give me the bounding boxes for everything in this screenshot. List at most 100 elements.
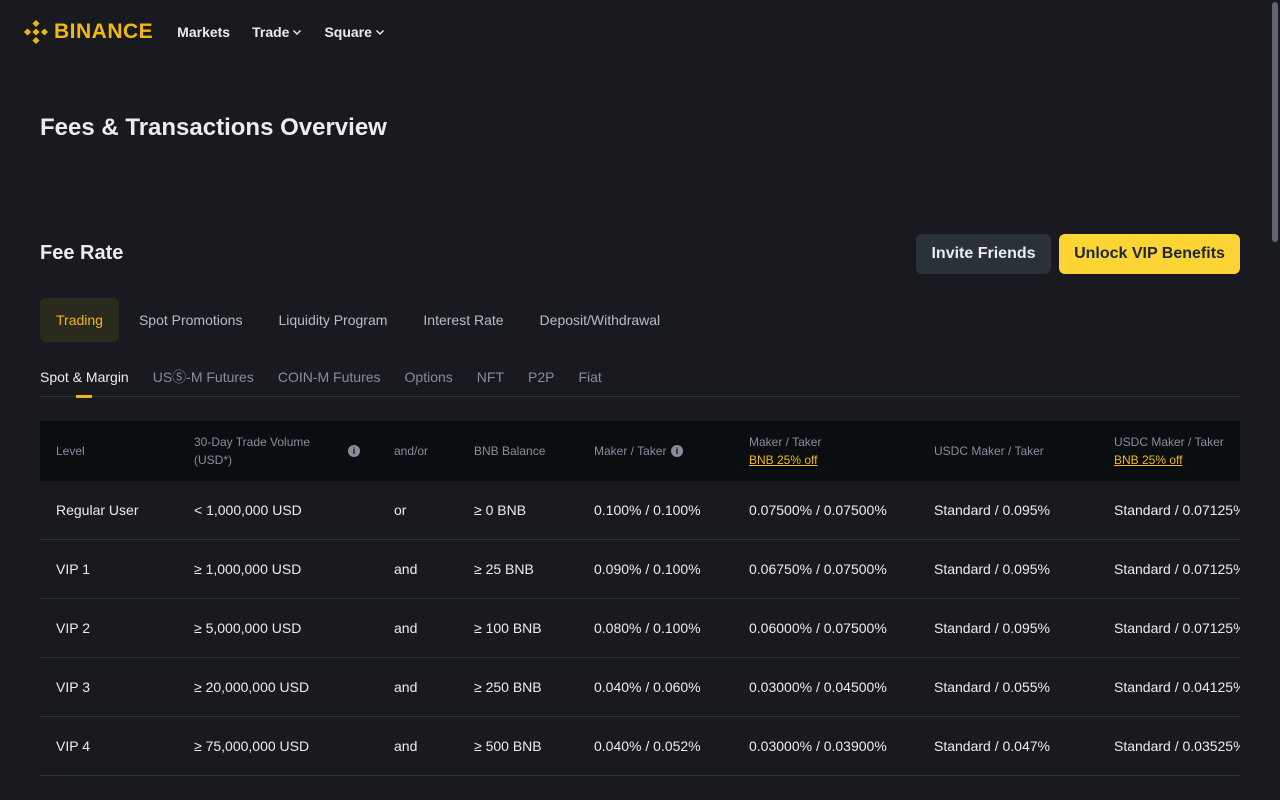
cell-andor: and — [394, 679, 418, 695]
header-level-label: Level — [56, 444, 85, 458]
cell-maker-taker-bnb: 0.03000% / 0.04500% — [749, 679, 887, 695]
nav-square[interactable]: Square — [324, 24, 384, 40]
secondary-tabs: Spot & Margin USⓈ-M Futures COIN-M Futur… — [40, 366, 1240, 398]
cell-maker-taker-bnb: 0.06000% / 0.07500% — [749, 620, 887, 636]
cell-maker-taker: 0.080% / 0.100% — [594, 620, 701, 636]
cell-usdc: Standard / 0.095% — [934, 502, 1050, 518]
cell-andor: and — [394, 561, 418, 577]
tab-options[interactable]: Options — [405, 366, 453, 396]
cell-level: Regular User — [56, 502, 139, 518]
table-row: VIP 2 ≥ 5,000,000 USD and ≥ 100 BNB 0.08… — [40, 599, 1240, 658]
cell-usdc-bnb: Standard / 0.07125% — [1114, 502, 1240, 518]
binance-logo[interactable]: BINANCE — [24, 20, 153, 44]
cell-usdc: Standard / 0.055% — [934, 679, 1050, 695]
info-icon[interactable]: i — [348, 445, 360, 457]
scrollbar-thumb[interactable] — [1272, 2, 1278, 242]
tab-nft[interactable]: NFT — [477, 366, 504, 396]
top-navigation: BINANCE Markets Trade Square — [0, 0, 1280, 64]
cell-maker-taker: 0.100% / 0.100% — [594, 502, 701, 518]
header-bnb-balance-label: BNB Balance — [474, 444, 546, 458]
nav-trade[interactable]: Trade — [252, 24, 302, 40]
cell-andor: or — [394, 502, 407, 518]
header-andor-label: and/or — [394, 444, 429, 458]
nav-markets[interactable]: Markets — [177, 24, 230, 40]
cell-bnb: ≥ 250 BNB — [474, 679, 542, 695]
cell-maker-taker-bnb: 0.07500% / 0.07500% — [749, 502, 887, 518]
brand-name: BINANCE — [54, 20, 154, 43]
cell-volume: ≥ 1,000,000 USD — [194, 561, 302, 577]
tab-spot-promotions[interactable]: Spot Promotions — [123, 298, 259, 342]
tab-deposit-withdrawal[interactable]: Deposit/Withdrawal — [524, 298, 677, 342]
cell-maker-taker: 0.040% / 0.052% — [594, 738, 701, 754]
nav-markets-label: Markets — [177, 24, 231, 40]
cell-level: VIP 2 — [56, 620, 90, 636]
table-row: VIP 1 ≥ 1,000,000 USD and ≥ 25 BNB 0.090… — [40, 540, 1240, 599]
tab-p2p[interactable]: P2P — [528, 366, 554, 396]
nav-trade-label: Trade — [252, 24, 290, 40]
header-bnb-balance: BNB Balance — [474, 421, 545, 481]
header-maker-taker-label: Maker / Taker — [594, 444, 667, 458]
tab-fiat[interactable]: Fiat — [578, 366, 601, 396]
header-usdc-maker-taker-label: USDC Maker / Taker — [934, 444, 1044, 458]
cell-usdc: Standard / 0.047% — [934, 738, 1050, 754]
cell-usdc: Standard / 0.095% — [934, 620, 1050, 636]
cell-usdc-bnb: Standard / 0.07125% — [1114, 620, 1240, 636]
cell-bnb: ≥ 100 BNB — [474, 620, 542, 636]
cell-andor: and — [394, 620, 418, 636]
header-maker-taker-bnb-label: Maker / Taker — [749, 435, 822, 449]
cell-bnb: ≥ 500 BNB — [474, 738, 542, 754]
cell-usdc: Standard / 0.095% — [934, 561, 1050, 577]
info-icon[interactable]: i — [671, 445, 683, 457]
cell-volume: ≥ 20,000,000 USD — [194, 679, 310, 695]
table-header: Level 30-Day Trade Volume (USD*) i and/o… — [40, 421, 1240, 481]
cell-volume: ≥ 75,000,000 USD — [194, 738, 310, 754]
header-volume: 30-Day Trade Volume (USD*) — [194, 421, 310, 481]
cell-maker-taker: 0.040% / 0.060% — [594, 679, 701, 695]
header-usdc-maker-taker: USDC Maker / Taker — [934, 421, 1044, 481]
cell-usdc-bnb: Standard / 0.07125% — [1114, 561, 1240, 577]
header-volume-label: 30-Day Trade Volume — [194, 435, 311, 449]
cell-volume: < 1,000,000 USD — [194, 502, 302, 518]
header-andor: and/or — [394, 421, 428, 481]
cell-bnb: ≥ 0 BNB — [474, 502, 527, 518]
primary-tabs: Trading Spot Promotions Liquidity Progra… — [40, 298, 680, 342]
header-maker-taker: Maker / Taker — [594, 421, 666, 481]
header-usdc-maker-taker-bnb: USDC Maker / Taker BNB 25% off — [1114, 421, 1224, 481]
tab-trading[interactable]: Trading — [40, 298, 119, 342]
tab-coinm-futures[interactable]: COIN-M Futures — [278, 366, 381, 396]
usdc-bnb-discount-link[interactable]: BNB 25% off — [1114, 451, 1224, 469]
header-level: Level — [56, 421, 85, 481]
nav-square-label: Square — [324, 24, 372, 40]
cell-maker-taker-bnb: 0.03000% / 0.03900% — [749, 738, 887, 754]
cell-level: VIP 1 — [56, 561, 90, 577]
cell-usdc-bnb: Standard / 0.03525% — [1114, 738, 1240, 754]
binance-diamond-icon — [24, 20, 48, 44]
unlock-vip-button[interactable]: Unlock VIP Benefits — [1059, 234, 1240, 274]
tab-interest-rate[interactable]: Interest Rate — [407, 298, 519, 342]
table-row: Regular User < 1,000,000 USD or ≥ 0 BNB … — [40, 481, 1240, 540]
bnb-discount-link[interactable]: BNB 25% off — [749, 451, 821, 469]
cell-level: VIP 3 — [56, 679, 90, 695]
fee-rate-table: Level 30-Day Trade Volume (USD*) i and/o… — [40, 421, 1240, 800]
header-volume-unit: (USD*) — [194, 453, 232, 467]
header-usdc-maker-taker-bnb-label: USDC Maker / Taker — [1114, 435, 1224, 449]
cell-andor: and — [394, 738, 418, 754]
section-title: Fee Rate — [40, 242, 124, 264]
cell-maker-taker: 0.090% / 0.100% — [594, 561, 701, 577]
invite-friends-button[interactable]: Invite Friends — [916, 234, 1051, 274]
cell-usdc-bnb: Standard / 0.04125% — [1114, 679, 1240, 695]
tab-usdm-futures[interactable]: USⓈ-M Futures — [153, 366, 254, 396]
chevron-down-icon — [293, 30, 302, 35]
table-row: VIP 3 ≥ 20,000,000 USD and ≥ 250 BNB 0.0… — [40, 658, 1240, 717]
cell-volume: ≥ 5,000,000 USD — [194, 620, 302, 636]
cell-maker-taker-bnb: 0.06750% / 0.07500% — [749, 561, 887, 577]
cell-bnb: ≥ 25 BNB — [474, 561, 534, 577]
table-row: VIP 4 ≥ 75,000,000 USD and ≥ 500 BNB 0.0… — [40, 717, 1240, 776]
tab-liquidity-program[interactable]: Liquidity Program — [262, 298, 403, 342]
tab-spot-margin[interactable]: Spot & Margin — [40, 366, 129, 398]
header-maker-taker-bnb: Maker / Taker BNB 25% off — [749, 421, 821, 481]
chevron-down-icon — [375, 30, 384, 35]
page-scrollbar[interactable] — [1270, 0, 1280, 800]
cell-level: VIP 4 — [56, 738, 90, 754]
page-title: Fees & Transactions Overview — [40, 114, 387, 141]
